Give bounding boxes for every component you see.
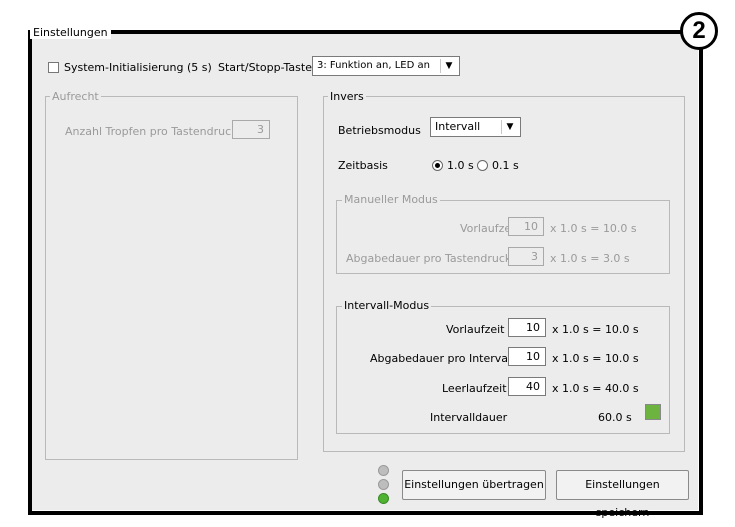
interval-pre-label: Vorlaufzeit [446, 323, 505, 336]
timebase-radio-2[interactable] [477, 160, 488, 171]
invers-title: Invers [328, 90, 366, 103]
start-stop-label: Start/Stopp-Taste [218, 61, 312, 74]
timebase-option-2: 0.1 s [492, 159, 519, 172]
manual-title: Manueller Modus [342, 193, 440, 206]
callout-number: 2 [680, 12, 718, 50]
interval-dispense-input[interactable]: 10 [508, 347, 546, 366]
save-settings-button[interactable]: Einstellungen speichern [556, 470, 689, 519]
interval-idle-input[interactable]: 40 [508, 377, 546, 396]
manual-dispense-label: Abgabedauer pro Tastendruck [346, 252, 512, 265]
timebase-radio-1[interactable] [432, 160, 443, 171]
interval-idle-result: x 1.0 s = 40.0 s [552, 382, 639, 395]
aufrecht-title: Aufrecht [50, 90, 101, 103]
system-init-label: System-Initialisierung (5 s) [64, 61, 212, 74]
manual-dispense-result: x 1.0 s = 3.0 s [550, 252, 630, 265]
interval-dispense-label: Abgabedauer pro Intervall [370, 352, 515, 365]
mode-label: Betriebsmodus [338, 124, 421, 137]
interval-duration-value: 60.0 s [598, 411, 632, 424]
status-led-1 [378, 465, 389, 476]
system-init-checkbox[interactable] [48, 62, 59, 73]
interval-pre-input[interactable]: 10 [508, 318, 546, 337]
interval-title: Intervall-Modus [342, 299, 432, 312]
interval-status-indicator [645, 404, 661, 420]
manual-pre-label: Vorlaufzeit [460, 222, 519, 235]
timebase-option-1: 1.0 s [447, 159, 474, 172]
timebase-label: Zeitbasis [338, 159, 388, 172]
transfer-settings-button[interactable]: Einstellungen übertragen [402, 470, 546, 500]
mode-value: Intervall [435, 120, 481, 133]
drops-input[interactable]: 3 [232, 120, 270, 139]
mode-select[interactable]: Intervall ▼ [430, 117, 521, 137]
status-led-2 [378, 479, 389, 490]
interval-duration-label: Intervalldauer [430, 411, 508, 424]
drops-label: Anzahl Tropfen pro Tastendruck [65, 125, 238, 138]
chevron-down-icon[interactable]: ▼ [501, 120, 518, 134]
manual-dispense-input[interactable]: 3 [508, 247, 544, 266]
aufrecht-group [45, 96, 298, 460]
chevron-down-icon[interactable]: ▼ [440, 59, 457, 73]
interval-idle-label: Leerlaufzeit [442, 382, 507, 395]
manual-pre-result: x 1.0 s = 10.0 s [550, 222, 637, 235]
start-stop-value: 3: Funktion an, LED an [317, 60, 430, 71]
interval-dispense-result: x 1.0 s = 10.0 s [552, 352, 639, 365]
manual-pre-input[interactable]: 10 [508, 217, 544, 236]
panel-title: Einstellungen [30, 27, 111, 39]
interval-pre-result: x 1.0 s = 10.0 s [552, 323, 639, 336]
start-stop-select[interactable]: 3: Funktion an, LED an ▼ [312, 56, 460, 76]
status-led-3 [378, 493, 389, 504]
